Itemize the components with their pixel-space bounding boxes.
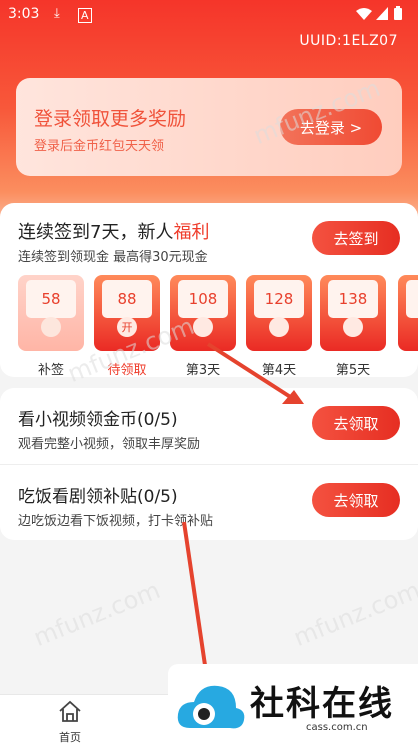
arrow-line <box>206 342 294 400</box>
annotation-arrows <box>182 342 304 673</box>
arrow-line <box>182 521 208 673</box>
nav-home-label: 首页 <box>59 731 81 744</box>
home-icon <box>59 700 81 722</box>
brand-logo-icon <box>177 685 245 729</box>
brand-site: cass.com.cn <box>306 722 368 733</box>
brand-name: 社科在线 <box>250 684 394 724</box>
nav-home[interactable]: 首页 <box>50 699 90 744</box>
brand-watermark: 社科在线 cass.com.cn <box>168 664 418 744</box>
